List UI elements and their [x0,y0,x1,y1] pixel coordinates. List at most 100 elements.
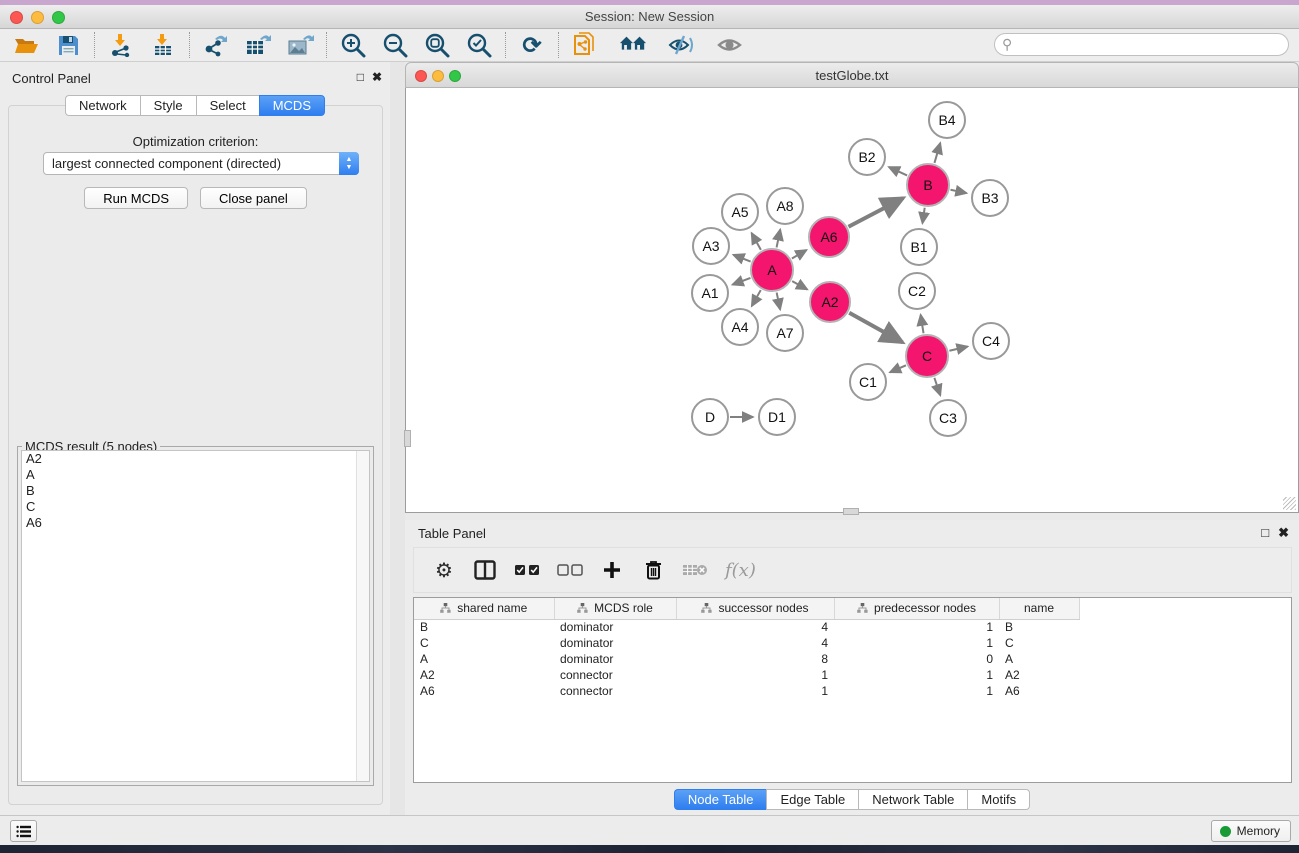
graph-node-A3[interactable]: A3 [692,227,730,265]
column-header-predecessor-nodes[interactable]: predecessor nodes [834,598,999,619]
graph-node-D[interactable]: D [691,398,729,436]
left-splitter-handle[interactable] [404,430,411,447]
home-views-button[interactable] [619,32,647,58]
zoom-in-button[interactable] [339,32,367,58]
edge-A-A5[interactable] [752,233,761,250]
tab-network-table[interactable]: Network Table [858,789,967,810]
edge-A-A4[interactable] [752,290,761,306]
graph-node-D1[interactable]: D1 [758,398,796,436]
tab-style[interactable]: Style [140,95,196,116]
tab-edge-table[interactable]: Edge Table [766,789,858,810]
graph-node-B[interactable]: B [906,163,950,207]
zoom-out-button[interactable] [381,32,409,58]
table-cell[interactable]: 1 [676,667,834,683]
bottom-splitter-handle[interactable] [843,508,859,515]
graph-node-A8[interactable]: A8 [766,187,804,225]
export-table-button[interactable] [244,32,272,58]
graph-node-C4[interactable]: C4 [972,322,1010,360]
close-panel-icon[interactable]: ✖ [372,70,382,84]
show-graphics-details-button[interactable] [715,32,743,58]
table-cell[interactable]: 1 [834,619,999,635]
tab-motifs[interactable]: Motifs [967,789,1030,810]
graph-node-A7[interactable]: A7 [766,314,804,352]
float-table-panel-icon[interactable]: □ [1261,525,1269,541]
import-table-button[interactable] [149,32,177,58]
graph-node-B3[interactable]: B3 [971,179,1009,217]
table-cell[interactable]: B [999,619,1079,635]
unselect-all-columns-button[interactable] [557,557,583,583]
tab-node-table[interactable]: Node Table [674,789,767,810]
mcds-result-item[interactable]: A6 [22,515,369,531]
edge-A-A3[interactable] [733,255,750,262]
criterion-dropdown[interactable]: largest connected component (directed) ▲… [43,152,359,175]
edge-C-C3[interactable] [934,378,940,395]
column-header-successor-nodes[interactable]: successor nodes [676,598,834,619]
table-settings-button[interactable]: ⚙ [432,557,456,583]
table-cell[interactable]: dominator [554,619,676,635]
table-cell[interactable]: 1 [676,683,834,699]
edge-A-A6[interactable] [792,250,807,258]
table-cell[interactable]: C [999,635,1079,651]
graph-node-C[interactable]: C [905,334,949,378]
mcds-result-item[interactable]: A [22,467,369,483]
graph-node-A5[interactable]: A5 [721,193,759,231]
export-image-button[interactable] [286,32,314,58]
create-column-button[interactable] [600,557,624,583]
graph-node-B4[interactable]: B4 [928,101,966,139]
table-cell[interactable]: A6 [414,683,554,699]
column-header-name[interactable]: name [999,598,1079,619]
graph-node-C1[interactable]: C1 [849,363,887,401]
edge-A-A7[interactable] [777,293,781,310]
graph-node-A[interactable]: A [750,248,794,292]
table-cell[interactable]: A2 [414,667,554,683]
show-column-panel-button[interactable] [473,557,497,583]
graph-node-A1[interactable]: A1 [691,274,729,312]
edge-B-B4[interactable] [934,143,940,163]
save-session-button[interactable] [54,32,82,58]
table-cell[interactable]: A6 [999,683,1079,699]
graph-node-A6[interactable]: A6 [808,216,850,258]
table-cell[interactable]: 8 [676,651,834,667]
node-table[interactable]: shared nameMCDS rolesuccessor nodesprede… [413,597,1292,783]
table-cell[interactable]: A [999,651,1079,667]
table-cell[interactable]: A [414,651,554,667]
column-header-shared-name[interactable]: shared name [414,598,554,619]
table-cell[interactable]: dominator [554,651,676,667]
search-box[interactable]: ⚲ [994,33,1289,56]
refresh-button[interactable]: ⟳ [518,32,546,58]
network-canvas[interactable]: B4B2BB3A8A5A3A6B1AA1C2A2A4A7C4CC1C3DD1 [405,88,1299,513]
import-network-button[interactable] [107,32,135,58]
show-panels-list-button[interactable] [10,820,37,842]
table-row[interactable]: Adominator80A [414,651,1079,667]
edge-A-A2[interactable] [792,281,807,289]
table-cell[interactable]: 4 [676,635,834,651]
edge-C-C4[interactable] [949,346,967,350]
tab-network[interactable]: Network [65,95,140,116]
zoom-fit-button[interactable] [423,32,451,58]
open-file-button[interactable] [12,32,40,58]
close-panel-button[interactable]: Close panel [200,187,307,209]
graph-node-B1[interactable]: B1 [900,228,938,266]
edge-C-C1[interactable] [890,365,906,372]
edge-A-A8[interactable] [777,230,781,248]
graph-node-B2[interactable]: B2 [848,138,886,176]
export-network-button[interactable] [202,32,230,58]
table-cell[interactable]: connector [554,667,676,683]
delete-column-button[interactable] [641,557,665,583]
table-row[interactable]: Cdominator41C [414,635,1079,651]
table-cell[interactable]: dominator [554,635,676,651]
graph-node-A4[interactable]: A4 [721,308,759,346]
table-cell[interactable]: 4 [676,619,834,635]
edge-C-C2[interactable] [921,315,924,334]
mcds-result-item[interactable]: C [22,499,369,515]
mcds-result-item[interactable]: A2 [22,451,369,467]
run-mcds-button[interactable]: Run MCDS [84,187,188,209]
table-row[interactable]: A2connector11A2 [414,667,1079,683]
table-cell[interactable]: 1 [834,667,999,683]
zoom-selected-button[interactable] [465,32,493,58]
result-list-scrollbar[interactable] [356,451,369,781]
memory-button[interactable]: Memory [1211,820,1291,842]
close-table-panel-icon[interactable]: ✖ [1278,525,1289,541]
table-cell[interactable]: 1 [834,635,999,651]
table-cell[interactable]: C [414,635,554,651]
